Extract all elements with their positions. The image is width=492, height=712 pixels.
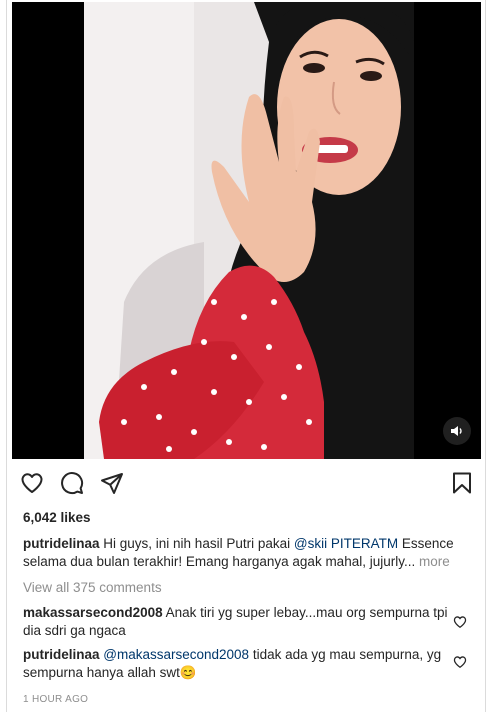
like-count[interactable]: 6,042 likes [23,510,91,525]
video-frame[interactable] [84,2,414,459]
like-button[interactable] [19,470,45,496]
comment-username[interactable]: putridelinaa [23,647,100,662]
sound-toggle-button[interactable] [443,417,471,445]
comment-button[interactable] [59,470,85,496]
speaker-icon [451,426,462,436]
caption-mention[interactable]: @skii PITERATM [294,536,398,551]
view-all-comments-link[interactable]: View all 375 comments [23,580,162,595]
comment-bubble-icon [61,472,84,495]
bookmark-icon [453,472,471,494]
save-button[interactable] [449,470,475,496]
caption-more-link[interactable]: more [419,554,450,569]
heart-icon [21,473,43,493]
comment-like-heart-icon[interactable] [453,655,467,669]
comment-item: putridelinaa @makassarsecond2008 tidak a… [23,646,453,682]
post-caption: putridelinaa Hi guys, ini nih hasil Putr… [23,535,471,571]
post-video[interactable] [12,2,481,459]
comment-item: makassarsecond2008 Anak tiri yg super le… [23,604,453,640]
comment-like-heart-icon[interactable] [453,615,467,629]
comment-mention[interactable]: @makassarsecond2008 [103,647,249,662]
instagram-post: 6,042 likes putridelinaa Hi guys, ini ni… [6,0,486,712]
comment-username[interactable]: makassarsecond2008 [23,605,163,620]
paper-plane-icon [101,473,123,494]
share-button[interactable] [99,470,125,496]
caption-username[interactable]: putridelinaa [23,536,100,551]
post-actions [19,470,475,496]
caption-text: Hi guys, ini nih hasil Putri pakai [99,536,294,551]
post-timestamp: 1 HOUR AGO [23,694,89,705]
